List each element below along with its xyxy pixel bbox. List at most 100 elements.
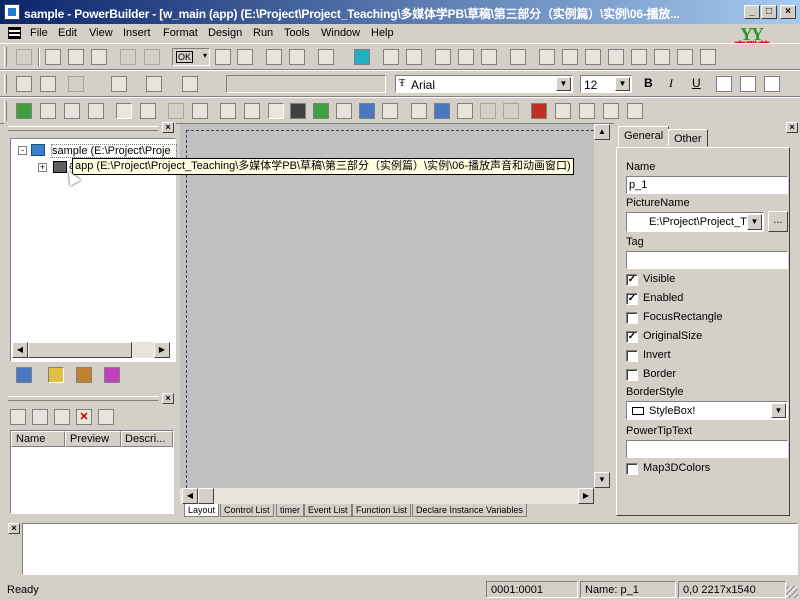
menu-tools[interactable]: Tools xyxy=(284,27,310,39)
menu-insert[interactable]: Insert xyxy=(123,27,151,39)
open-object-icon[interactable] xyxy=(64,103,80,119)
column-header-description[interactable]: Descri... xyxy=(121,431,173,447)
resize-grip-icon[interactable] xyxy=(786,586,798,598)
scroll-thumb[interactable] xyxy=(28,342,132,358)
tree-horizontal-scrollbar[interactable]: ◀ ▶ xyxy=(12,342,170,358)
column-header-name[interactable]: Name xyxy=(11,431,65,447)
enabled-checkbox[interactable]: ✓ xyxy=(626,293,638,305)
focusrectangle-checkbox[interactable] xyxy=(626,312,638,324)
build-icon[interactable] xyxy=(539,49,555,65)
save-icon[interactable] xyxy=(16,49,32,65)
picture-control-icon[interactable] xyxy=(268,103,284,119)
clip-edit-icon[interactable] xyxy=(98,409,114,425)
output-area[interactable] xyxy=(22,523,798,575)
scroll-right-icon[interactable]: ▶ xyxy=(154,342,170,358)
map3dcolors-checkbox[interactable] xyxy=(626,463,638,475)
close-button[interactable]: × xyxy=(780,5,796,19)
properties-close-icon[interactable]: × xyxy=(786,122,798,133)
document-menu-icon[interactable] xyxy=(8,27,21,39)
treeview-control-icon[interactable] xyxy=(457,103,473,119)
menu-format[interactable]: Format xyxy=(163,27,198,39)
menu-window[interactable]: Window xyxy=(321,27,360,39)
clip-close-icon[interactable]: × xyxy=(162,393,174,404)
tab-event-list[interactable]: Event List xyxy=(304,504,352,517)
align-icon[interactable] xyxy=(68,76,84,92)
db-icon[interactable] xyxy=(562,49,578,65)
borderstyle-combo[interactable]: StyleBox! ▼ xyxy=(626,401,788,420)
scroll-right-icon[interactable]: ▶ xyxy=(578,488,594,504)
layout-view-icon[interactable] xyxy=(116,103,132,119)
clip-delete-icon[interactable]: ✕ xyxy=(76,409,92,425)
user-object-icon[interactable] xyxy=(503,103,519,119)
edit-control-icon[interactable] xyxy=(359,103,375,119)
menu-help[interactable]: Help xyxy=(371,27,394,39)
library-icon[interactable] xyxy=(266,49,282,65)
tree-node-root[interactable]: sample (E:\Project\Proje xyxy=(51,144,177,158)
bold-button[interactable]: B xyxy=(644,76,653,90)
window-painter-icon[interactable] xyxy=(631,49,647,65)
menu-run[interactable]: Run xyxy=(253,27,273,39)
select-icon[interactable] xyxy=(354,49,370,65)
search-icon[interactable] xyxy=(435,49,451,65)
ole-control-icon[interactable] xyxy=(480,103,496,119)
clip-copy-icon[interactable] xyxy=(32,409,48,425)
workspace-tab-icon[interactable] xyxy=(16,367,32,383)
ok-button-dropdown[interactable]: OK ▾ xyxy=(172,48,210,66)
undo-icon[interactable] xyxy=(120,49,136,65)
scroll-down-icon[interactable]: ▼ xyxy=(594,472,610,488)
static-text-icon[interactable] xyxy=(244,103,260,119)
clip-rename-icon[interactable] xyxy=(54,409,70,425)
scroll-left-icon[interactable]: ◀ xyxy=(182,488,198,504)
run-icon[interactable] xyxy=(458,49,474,65)
copy-icon[interactable] xyxy=(68,49,84,65)
menu-painter-icon[interactable] xyxy=(654,49,670,65)
new-icon[interactable] xyxy=(215,49,231,65)
tab-general[interactable]: General xyxy=(618,126,670,148)
tab-declare-instance-variables[interactable]: Declare Instance Variables xyxy=(412,504,527,517)
output-close-icon[interactable]: × xyxy=(8,523,20,534)
lasso-icon[interactable] xyxy=(383,49,399,65)
control-list-icon[interactable] xyxy=(220,103,236,119)
canvas-vertical-scrollbar[interactable]: ▲ ▼ xyxy=(594,124,610,488)
text-color-icon[interactable] xyxy=(111,76,127,92)
tooltip-icon[interactable] xyxy=(406,49,422,65)
listbox-control-icon[interactable] xyxy=(382,103,398,119)
datawindow-control-icon[interactable] xyxy=(411,103,427,119)
grid-icon[interactable] xyxy=(192,103,208,119)
align-left-icon[interactable] xyxy=(716,76,732,92)
tab-control-list[interactable]: Control List xyxy=(220,504,274,517)
menu-edit[interactable]: Edit xyxy=(58,27,77,39)
new-object-icon[interactable] xyxy=(16,103,32,119)
dropdown-arrow-icon[interactable]: ▼ xyxy=(615,77,630,91)
tab-layout[interactable]: Layout xyxy=(184,504,220,517)
command-button-icon[interactable] xyxy=(290,103,306,119)
column-header-preview[interactable]: Preview xyxy=(65,431,121,447)
browse-icon[interactable] xyxy=(289,49,305,65)
dw-icon[interactable] xyxy=(608,49,624,65)
system-tree-close-icon[interactable]: × xyxy=(162,122,174,133)
library-tab-icon[interactable] xyxy=(76,367,92,383)
tag-field[interactable] xyxy=(626,251,788,269)
trackbar-icon[interactable] xyxy=(603,103,619,119)
align-center-icon[interactable] xyxy=(740,76,756,92)
layout-canvas[interactable] xyxy=(180,124,608,488)
cut-icon[interactable] xyxy=(45,49,61,65)
animation-control-icon[interactable] xyxy=(531,103,547,119)
tab-timer[interactable]: timer xyxy=(276,504,304,517)
toolbar-grip[interactable] xyxy=(4,74,7,94)
originalsize-checkbox[interactable]: ✓ xyxy=(626,331,638,343)
send-back-icon[interactable] xyxy=(40,76,56,92)
powertiptext-field[interactable] xyxy=(626,440,788,458)
tab-function-list[interactable]: Function List xyxy=(352,504,412,517)
font-name-combo[interactable]: Ŧ Arial ▼ xyxy=(395,75,573,93)
maximize-button[interactable]: □ xyxy=(761,5,777,19)
align-right-icon[interactable] xyxy=(764,76,780,92)
background-color-icon[interactable] xyxy=(146,76,162,92)
deploy-icon[interactable] xyxy=(510,49,526,65)
minimize-button[interactable]: _ xyxy=(744,5,760,19)
scroll-thumb[interactable] xyxy=(198,488,214,504)
struct-painter-icon[interactable] xyxy=(677,49,693,65)
border-checkbox[interactable] xyxy=(626,369,638,381)
font-size-combo[interactable]: 12 ▼ xyxy=(580,75,632,93)
properties-icon[interactable] xyxy=(237,49,253,65)
